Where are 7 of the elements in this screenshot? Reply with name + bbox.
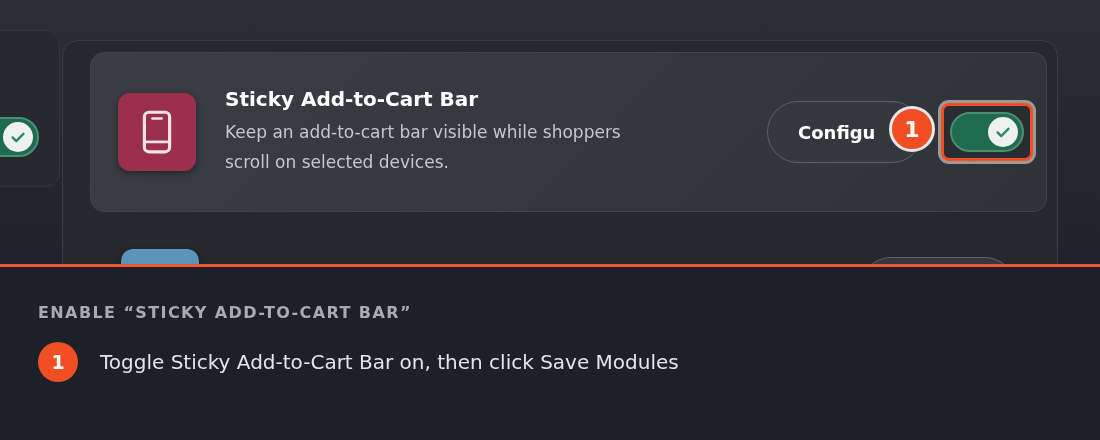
instruction-heading: ENABLE “STICKY ADD-TO-CART BAR” [38, 303, 413, 322]
module-description: Keep an add-to-cart bar visible while shoppers scroll on selected devices. [225, 121, 622, 174]
step-text: Toggle Sticky Add-to-Cart Bar on, then click Save Modules [100, 350, 679, 374]
module-title: Sticky Add-to-Cart Bar [225, 87, 480, 111]
step-callout-tooltip: 1 [889, 106, 935, 152]
toggle-switch[interactable] [950, 112, 1024, 152]
step-badge: 1 [38, 342, 78, 382]
